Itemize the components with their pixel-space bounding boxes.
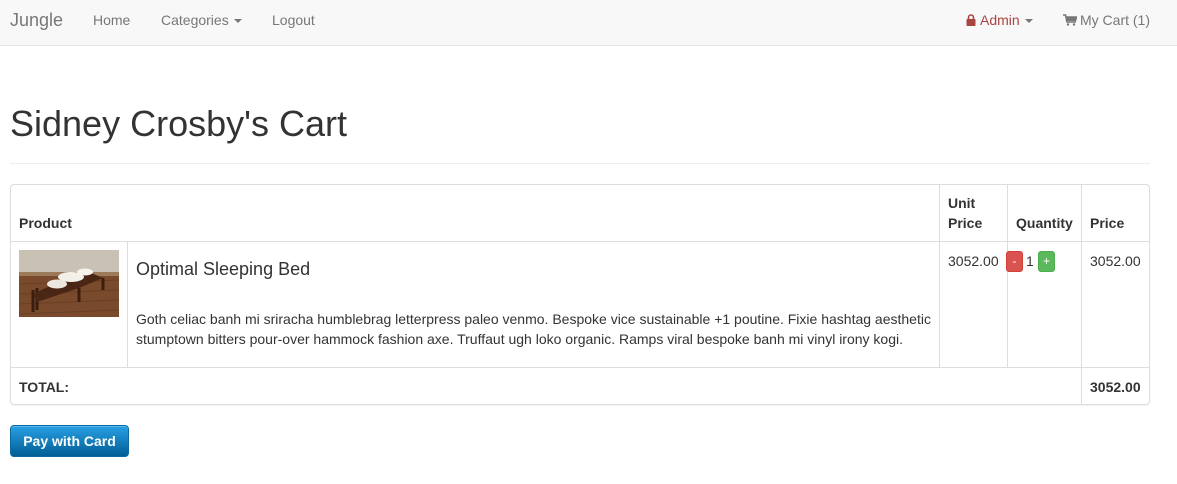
header-product: Product xyxy=(19,215,72,231)
shopping-cart-icon xyxy=(1063,14,1077,26)
top-navbar: Jungle Home Categories Logout Admin My C… xyxy=(0,0,1177,46)
increase-quantity-button[interactable]: + xyxy=(1038,251,1055,272)
nav-admin-label: Admin xyxy=(980,12,1020,28)
header-unit-price-line1: Unit xyxy=(948,195,976,211)
caret-down-icon xyxy=(1024,19,1033,24)
bed-photo-icon xyxy=(19,250,119,317)
page-title: Sidney Crosby's Cart xyxy=(10,103,347,144)
quantity-value: 1 xyxy=(1026,253,1034,269)
table-divider xyxy=(11,241,1149,242)
nav-home-link[interactable]: Home xyxy=(93,0,130,41)
product-description: Goth celiac banh mi sriracha humblebrag … xyxy=(136,311,931,347)
decrease-quantity-button[interactable]: - xyxy=(1006,251,1023,272)
table-divider xyxy=(11,367,1149,368)
product-name[interactable]: Optimal Sleeping Bed xyxy=(136,258,310,280)
total-value: 3052.00 xyxy=(1090,379,1141,395)
header-unit-price-line2: Price xyxy=(948,215,983,231)
nav-categories-label: Categories xyxy=(161,12,229,28)
pay-with-card-button[interactable]: Pay with Card xyxy=(10,425,129,457)
nav-my-cart-link[interactable]: My Cart (1) xyxy=(1063,0,1150,41)
total-label: TOTAL: xyxy=(19,379,70,395)
header-price: Price xyxy=(1090,215,1125,231)
title-divider xyxy=(10,163,1150,164)
table-divider xyxy=(939,185,940,368)
brand-link[interactable]: Jungle xyxy=(10,0,63,41)
nav-admin-dropdown[interactable]: Admin xyxy=(966,0,1033,41)
caret-down-icon xyxy=(233,19,242,24)
cart-table: Product Unit Price Quantity Price Optima… xyxy=(10,184,1150,405)
lock-icon xyxy=(966,14,976,26)
table-divider xyxy=(127,242,128,367)
table-divider xyxy=(1081,185,1082,404)
nav-logout-link[interactable]: Logout xyxy=(272,0,315,41)
nav-categories-dropdown[interactable]: Categories xyxy=(161,0,242,41)
header-quantity: Quantity xyxy=(1016,215,1073,231)
nav-my-cart-label: My Cart (1) xyxy=(1080,12,1150,28)
table-divider xyxy=(1007,185,1008,368)
product-thumbnail[interactable] xyxy=(19,250,119,317)
line-price-value: 3052.00 xyxy=(1090,253,1141,269)
unit-price-value: 3052.00 xyxy=(948,253,999,269)
